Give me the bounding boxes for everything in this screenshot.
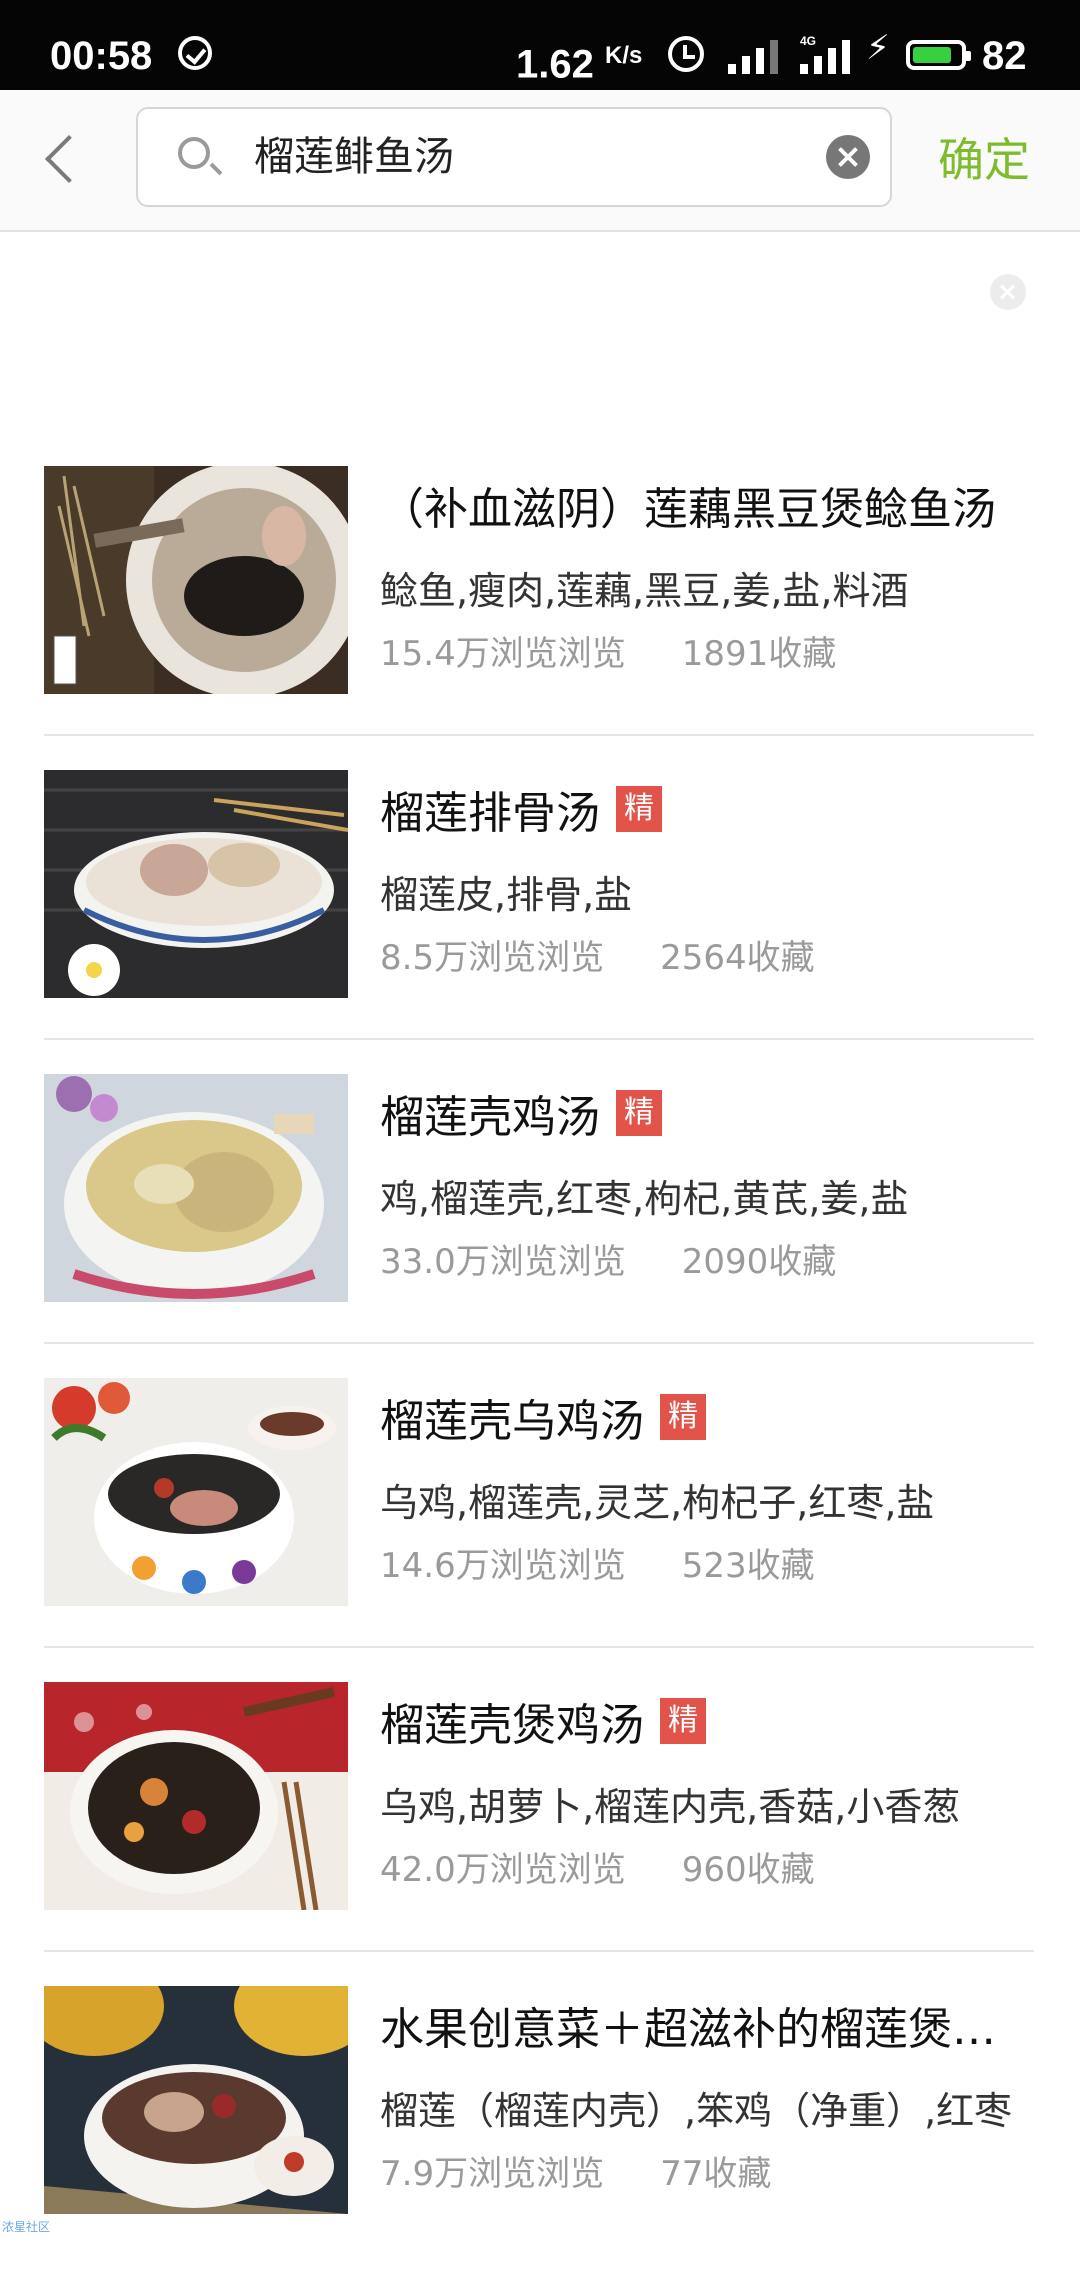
recipe-title-row: 水果创意菜＋超滋补的榴莲煲鸡汤 — [380, 1990, 1034, 2060]
recipe-thumbnail[interactable] — [44, 1074, 348, 1302]
recipe-ingredients: 榴莲皮,排骨,盐 — [380, 873, 633, 917]
favorite-count: 77收藏 — [660, 2154, 772, 2194]
recipe-stats: 33.0万浏览浏览 2090收藏 — [380, 1234, 836, 1283]
check-circle-icon — [178, 36, 212, 70]
recipe-stats: 7.9万浏览浏览 77收藏 — [380, 2146, 771, 2195]
status-bar: 00:58 1.62 K/s 4G ⚡ 82 — [0, 0, 1080, 90]
recipe-item[interactable]: 榴莲壳乌鸡汤精乌鸡,榴莲壳,灵芝,枸杞子,红枣,盐 14.6万浏览浏览 523收藏 — [44, 1378, 1034, 1682]
featured-badge: 精 — [660, 1394, 706, 1440]
alarm-icon — [668, 36, 704, 72]
recipe-title[interactable]: 榴莲壳煲鸡汤 — [380, 1689, 644, 1753]
recipe-item[interactable]: （补血滋阴）莲藕黑豆煲鲶鱼汤鲶鱼,瘦肉,莲藕,黑豆,姜,盐,料酒 15.4万浏览浏… — [44, 466, 1034, 770]
watermark: 浓星社区 — [2, 2220, 51, 2234]
recipe-stats: 14.6万浏览浏览 523收藏 — [380, 1538, 815, 1587]
view-count: 8.5万浏览浏览 — [380, 938, 605, 978]
network-speed-value: 1.62 — [516, 42, 594, 87]
status-time: 00:58 — [50, 34, 153, 78]
recipe-thumbnail[interactable] — [44, 1986, 348, 2214]
recipe-ingredients: 榴莲（榴莲内壳）,笨鸡（净重）,红枣 — [380, 2089, 1013, 2133]
recipe-item[interactable]: 榴莲壳鸡汤精鸡,榴莲壳,红枣,枸杞,黄芪,姜,盐 33.0万浏览浏览 2090收藏 — [44, 1074, 1034, 1378]
recipe-stats: 42.0万浏览浏览 960收藏 — [380, 1842, 815, 1891]
recipe-title-row: 榴莲壳鸡汤精 — [380, 1078, 1034, 1148]
search-icon — [178, 137, 210, 169]
recipe-stats: 8.5万浏览浏览 2564收藏 — [380, 930, 815, 979]
network-speed-unit: K/s — [604, 42, 643, 69]
confirm-button[interactable]: 确定 — [938, 90, 1030, 230]
network-speed: 1.62 K/s — [516, 0, 642, 90]
recipe-ingredients: 鲶鱼,瘦肉,莲藕,黑豆,姜,盐,料酒 — [380, 569, 909, 613]
signal-4g-icon — [800, 38, 860, 74]
clear-icon[interactable] — [826, 135, 870, 179]
recipe-title[interactable]: （补血滋阴）莲藕黑豆煲鲶鱼汤 — [380, 473, 996, 537]
signal-icon — [728, 38, 788, 74]
recipe-thumbnail[interactable] — [44, 466, 348, 694]
view-count: 14.6万浏览浏览 — [380, 1546, 626, 1586]
divider — [44, 1342, 1034, 1344]
divider — [44, 734, 1034, 736]
recipe-title-row: 榴莲排骨汤精 — [380, 774, 1034, 844]
recipe-thumbnail[interactable] — [44, 770, 348, 998]
recipe-ingredients: 乌鸡,胡萝卜,榴莲内壳,香菇,小香葱 — [380, 1785, 961, 1829]
recipe-title[interactable]: 水果创意菜＋超滋补的榴莲煲鸡汤 — [380, 1993, 1034, 2057]
view-count: 15.4万浏览浏览 — [380, 634, 626, 674]
divider — [44, 1950, 1034, 1952]
search-input[interactable] — [254, 109, 814, 205]
recipe-thumbnail[interactable] — [44, 1378, 348, 1606]
search-header: 确定 — [0, 90, 1080, 232]
recipe-title-row: 榴莲壳乌鸡汤精 — [380, 1382, 1034, 1452]
recipe-item[interactable]: 榴莲壳煲鸡汤精乌鸡,胡萝卜,榴莲内壳,香菇,小香葱 42.0万浏览浏览 960收藏 — [44, 1682, 1034, 1986]
view-count: 42.0万浏览浏览 — [380, 1850, 626, 1890]
recipe-stats: 15.4万浏览浏览 1891收藏 — [380, 626, 836, 675]
featured-badge: 精 — [616, 786, 662, 832]
recipe-thumbnail[interactable] — [44, 1682, 348, 1910]
recipe-title-row: 榴莲壳煲鸡汤精 — [380, 1686, 1034, 1756]
recipe-title-row: （补血滋阴）莲藕黑豆煲鲶鱼汤 — [380, 470, 1034, 540]
recipe-title[interactable]: 榴莲壳乌鸡汤 — [380, 1385, 644, 1449]
back-icon[interactable] — [34, 130, 94, 190]
charging-icon: ⚡ — [866, 29, 890, 67]
recipe-item[interactable]: 水果创意菜＋超滋补的榴莲煲鸡汤榴莲（榴莲内壳）,笨鸡（净重）,红枣 7.9万浏览浏… — [44, 1986, 1034, 2290]
favorite-count: 2090收藏 — [681, 1242, 837, 1282]
close-ad-icon[interactable] — [990, 274, 1026, 310]
recipe-title[interactable]: 榴莲壳鸡汤 — [380, 1081, 600, 1145]
favorite-count: 2564收藏 — [660, 938, 815, 978]
favorite-count: 523收藏 — [681, 1546, 815, 1586]
view-count: 7.9万浏览浏览 — [380, 2154, 605, 2194]
favorite-count: 960收藏 — [681, 1850, 815, 1890]
divider — [44, 1646, 1034, 1648]
recipe-item[interactable]: 榴莲排骨汤精榴莲皮,排骨,盐 8.5万浏览浏览 2564收藏 — [44, 770, 1034, 1074]
recipe-ingredients: 鸡,榴莲壳,红枣,枸杞,黄芪,姜,盐 — [380, 1177, 909, 1221]
battery-level: 82 — [982, 34, 1027, 78]
favorite-count: 1891收藏 — [681, 634, 837, 674]
battery-fill — [913, 47, 951, 63]
recipe-ingredients: 乌鸡,榴莲壳,灵芝,枸杞子,红枣,盐 — [380, 1481, 935, 1525]
featured-badge: 精 — [660, 1698, 706, 1744]
recipe-title[interactable]: 榴莲排骨汤 — [380, 777, 600, 841]
divider — [44, 1038, 1034, 1040]
search-box[interactable] — [136, 107, 892, 207]
battery-icon — [906, 40, 971, 70]
featured-badge: 精 — [616, 1090, 662, 1136]
view-count: 33.0万浏览浏览 — [380, 1242, 626, 1282]
